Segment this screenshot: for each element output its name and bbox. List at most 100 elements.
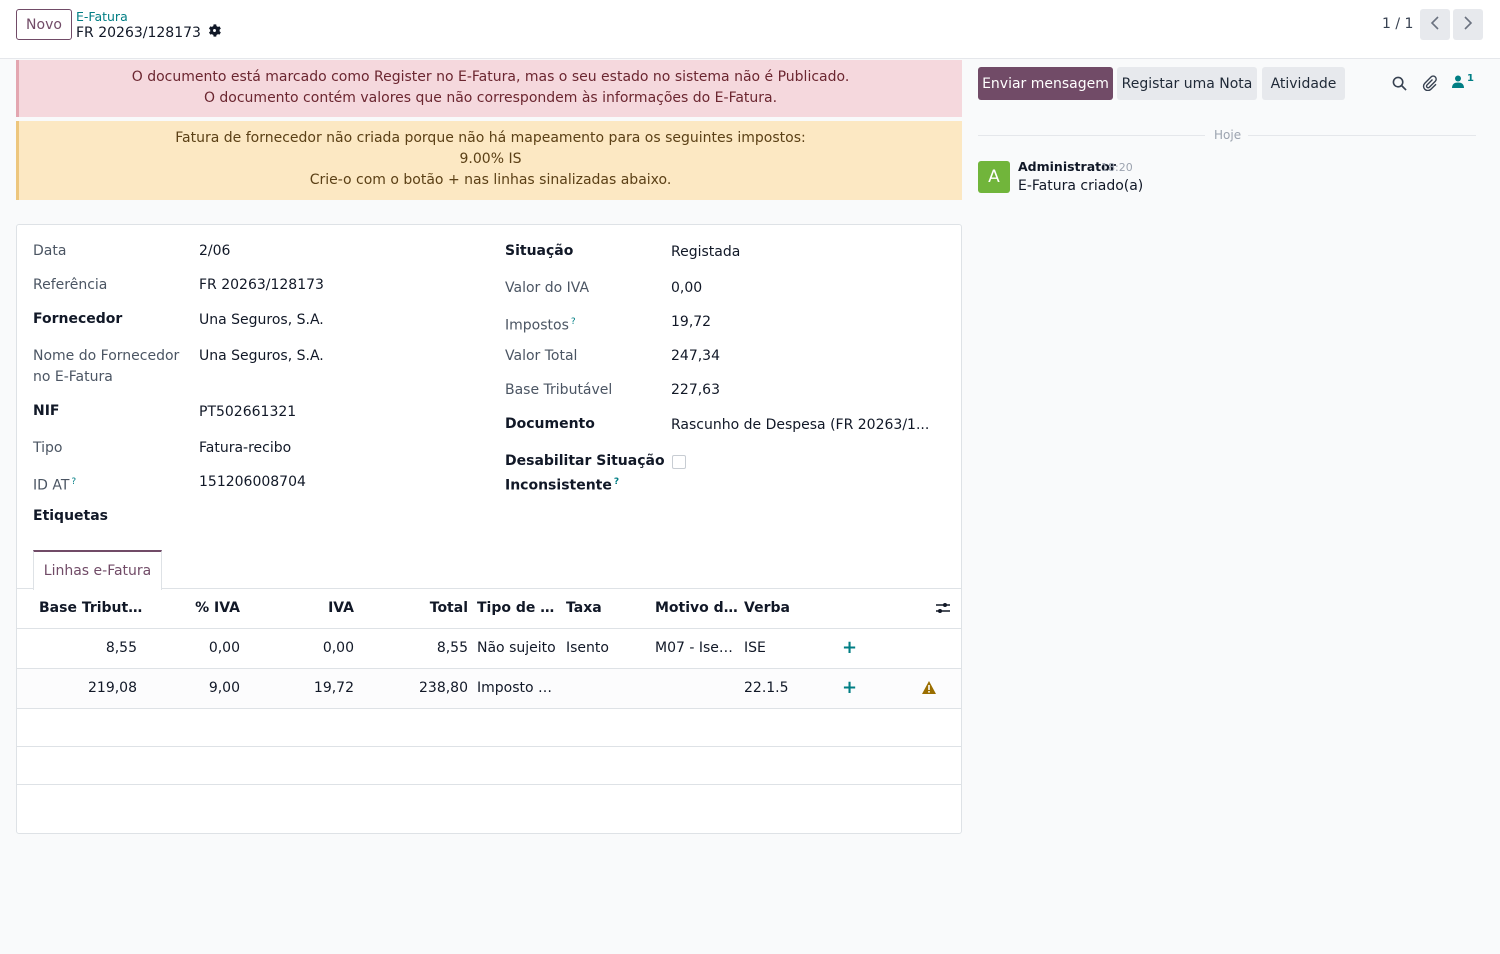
- help-tooltip-icon[interactable]: ?: [571, 317, 576, 327]
- cell-motivo[interactable]: M07 - Isen...: [655, 640, 739, 656]
- add-tax-mapping-button[interactable]: +: [842, 677, 857, 698]
- field-value-valor-total[interactable]: 247,34: [671, 346, 720, 367]
- cell-taxa[interactable]: Isento: [566, 640, 646, 656]
- cell-total[interactable]: 8,55: [387, 640, 468, 656]
- empty-row: [17, 747, 961, 785]
- field-value-valor-iva[interactable]: 0,00: [671, 278, 702, 299]
- column-header-total[interactable]: Total: [387, 600, 468, 616]
- field-label-etiquetas: Etiquetas: [33, 508, 109, 524]
- date-separator-line: [1248, 135, 1476, 136]
- search-icon[interactable]: [1390, 74, 1408, 92]
- cell-verba[interactable]: ISE: [744, 640, 804, 656]
- cell-iva[interactable]: 19,72: [277, 680, 354, 696]
- message-body: E-Fatura criado(a): [1018, 178, 1144, 194]
- paperclip-icon[interactable]: [1421, 74, 1439, 92]
- gear-icon[interactable]: [208, 24, 221, 41]
- date-separator-line: [978, 135, 1205, 136]
- column-header-iva[interactable]: IVA: [277, 600, 354, 616]
- field-value-nif[interactable]: PT502661321: [199, 402, 296, 423]
- breadcrumb-current: FR 20263/128173: [76, 24, 221, 41]
- field-label-impostos-text: Impostos: [505, 317, 569, 334]
- record-title: FR 20263/128173: [76, 24, 201, 41]
- field-label-situacao: Situação: [505, 243, 574, 259]
- field-label-nif: NIF: [33, 403, 60, 419]
- send-message-button[interactable]: Enviar mensagem: [978, 67, 1113, 100]
- field-label-valor-total: Valor Total: [505, 348, 578, 364]
- field-value-documento-link[interactable]: Rascunho de Despesa (FR 20263/1...: [671, 415, 929, 436]
- column-header-verba[interactable]: Verba: [744, 600, 804, 616]
- cell-base-tributavel[interactable]: 219,08: [39, 680, 137, 696]
- warning-alert-line: Crie-o com o botão + nas linhas sinaliza…: [309, 172, 672, 188]
- field-label-fornecedor: Fornecedor: [33, 311, 123, 327]
- chevron-right-icon: [1463, 15, 1473, 34]
- field-label-valor-iva: Valor do IVA: [505, 280, 590, 296]
- chevron-left-icon: [1430, 15, 1440, 34]
- field-label-nome-fornecedor: Nome do Fornecedor: [33, 348, 180, 364]
- column-header-tipo-imposto[interactable]: Tipo de I...: [477, 600, 557, 616]
- column-header-motivo[interactable]: Motivo de...: [655, 600, 743, 616]
- field-label-desabilitar-line2-text: Inconsistente: [505, 477, 612, 494]
- disable-inconsistent-checkbox[interactable]: [672, 455, 686, 469]
- field-label-tipo: Tipo: [33, 440, 63, 456]
- pager-next-button[interactable]: [1453, 9, 1483, 40]
- date-separator-label: Hoje: [1214, 128, 1242, 142]
- notebook-tabs: Linhas e-Fatura: [17, 550, 961, 590]
- cell-verba[interactable]: 22.1.5: [744, 680, 804, 696]
- field-label-desabilitar-situacao-line2: Inconsistente?: [505, 472, 619, 497]
- user-icon: [1452, 75, 1464, 92]
- warning-alert-line: 9.00% IS: [459, 151, 522, 167]
- danger-alert: O documento está marcado como Register n…: [16, 60, 962, 117]
- warning-icon: [921, 680, 937, 699]
- field-label-nome-fornecedor-line2: no E-Fatura: [33, 369, 113, 385]
- tab-linhas-efatura[interactable]: Linhas e-Fatura: [33, 550, 162, 590]
- field-value-tipo[interactable]: Fatura-recibo: [199, 438, 291, 459]
- optional-columns-toggle-icon[interactable]: [935, 601, 951, 619]
- field-value-data[interactable]: 2/06: [199, 241, 230, 262]
- column-header-pct-iva[interactable]: % IVA: [167, 600, 240, 616]
- field-value-situacao[interactable]: Registada: [671, 242, 740, 263]
- field-label-data: Data: [33, 243, 67, 259]
- followers-count: 1: [1467, 72, 1474, 84]
- control-panel: Novo E-Fatura FR 20263/128173 1 / 1: [0, 0, 1500, 59]
- log-note-button[interactable]: Registar uma Nota: [1117, 67, 1257, 100]
- table-row[interactable]: 219,08 9,00 19,72 238,80 Imposto d... 22…: [17, 669, 961, 709]
- add-tax-mapping-button[interactable]: +: [842, 637, 857, 658]
- cell-base-tributavel[interactable]: 8,55: [39, 640, 137, 656]
- field-value-base-tributavel[interactable]: 227,63: [671, 380, 720, 401]
- cell-total[interactable]: 238,80: [387, 680, 468, 696]
- help-tooltip-icon[interactable]: ?: [71, 477, 76, 487]
- table-row[interactable]: 8,55 0,00 0,00 8,55 Não sujeito Isento M…: [17, 629, 961, 669]
- field-value-referencia[interactable]: FR 20263/128173: [199, 275, 324, 296]
- new-button[interactable]: Novo: [16, 9, 72, 40]
- breadcrumb-parent[interactable]: E-Fatura: [76, 9, 128, 24]
- field-value-nome-fornecedor[interactable]: Una Seguros, S.A.: [199, 346, 324, 367]
- danger-alert-line: O documento contém valores que não corre…: [203, 90, 778, 106]
- message-time: 18:20: [1101, 161, 1133, 174]
- field-label-id-at: ID AT?: [33, 472, 76, 497]
- cell-iva[interactable]: 0,00: [277, 640, 354, 656]
- field-value-id-at[interactable]: 151206008704: [199, 472, 306, 493]
- cell-pct-iva[interactable]: 9,00: [167, 680, 240, 696]
- warning-alert: Fatura de fornecedor não criada porque n…: [16, 121, 962, 200]
- field-value-impostos[interactable]: 19,72: [671, 312, 711, 333]
- field-label-documento: Documento: [505, 416, 595, 432]
- cell-tipo-imposto[interactable]: Imposto d...: [477, 680, 557, 696]
- field-label-referencia: Referência: [33, 277, 108, 293]
- pager-value[interactable]: 1 / 1: [1382, 16, 1413, 32]
- avatar[interactable]: A: [978, 161, 1010, 193]
- field-label-base-tributavel: Base Tributável: [505, 382, 613, 398]
- field-label-id-at-text: ID AT: [33, 477, 70, 494]
- cell-tipo-imposto[interactable]: Não sujeito: [477, 640, 563, 656]
- activity-button[interactable]: Atividade: [1262, 67, 1345, 100]
- column-header-taxa[interactable]: Taxa: [566, 600, 646, 616]
- followers-button[interactable]: 1: [1452, 72, 1478, 92]
- column-header-base-tributavel[interactable]: Base Tributável: [39, 600, 149, 616]
- danger-alert-line: O documento está marcado como Register n…: [131, 69, 850, 85]
- help-tooltip-icon[interactable]: ?: [614, 477, 619, 487]
- warning-alert-line: Fatura de fornecedor não criada porque n…: [175, 130, 806, 146]
- field-value-fornecedor[interactable]: Una Seguros, S.A.: [199, 310, 324, 331]
- pager-previous-button[interactable]: [1420, 9, 1450, 40]
- field-label-impostos: Impostos?: [505, 312, 576, 337]
- table-header-row: Base Tributável % IVA IVA Total Tipo de …: [17, 589, 961, 629]
- cell-pct-iva[interactable]: 0,00: [167, 640, 240, 656]
